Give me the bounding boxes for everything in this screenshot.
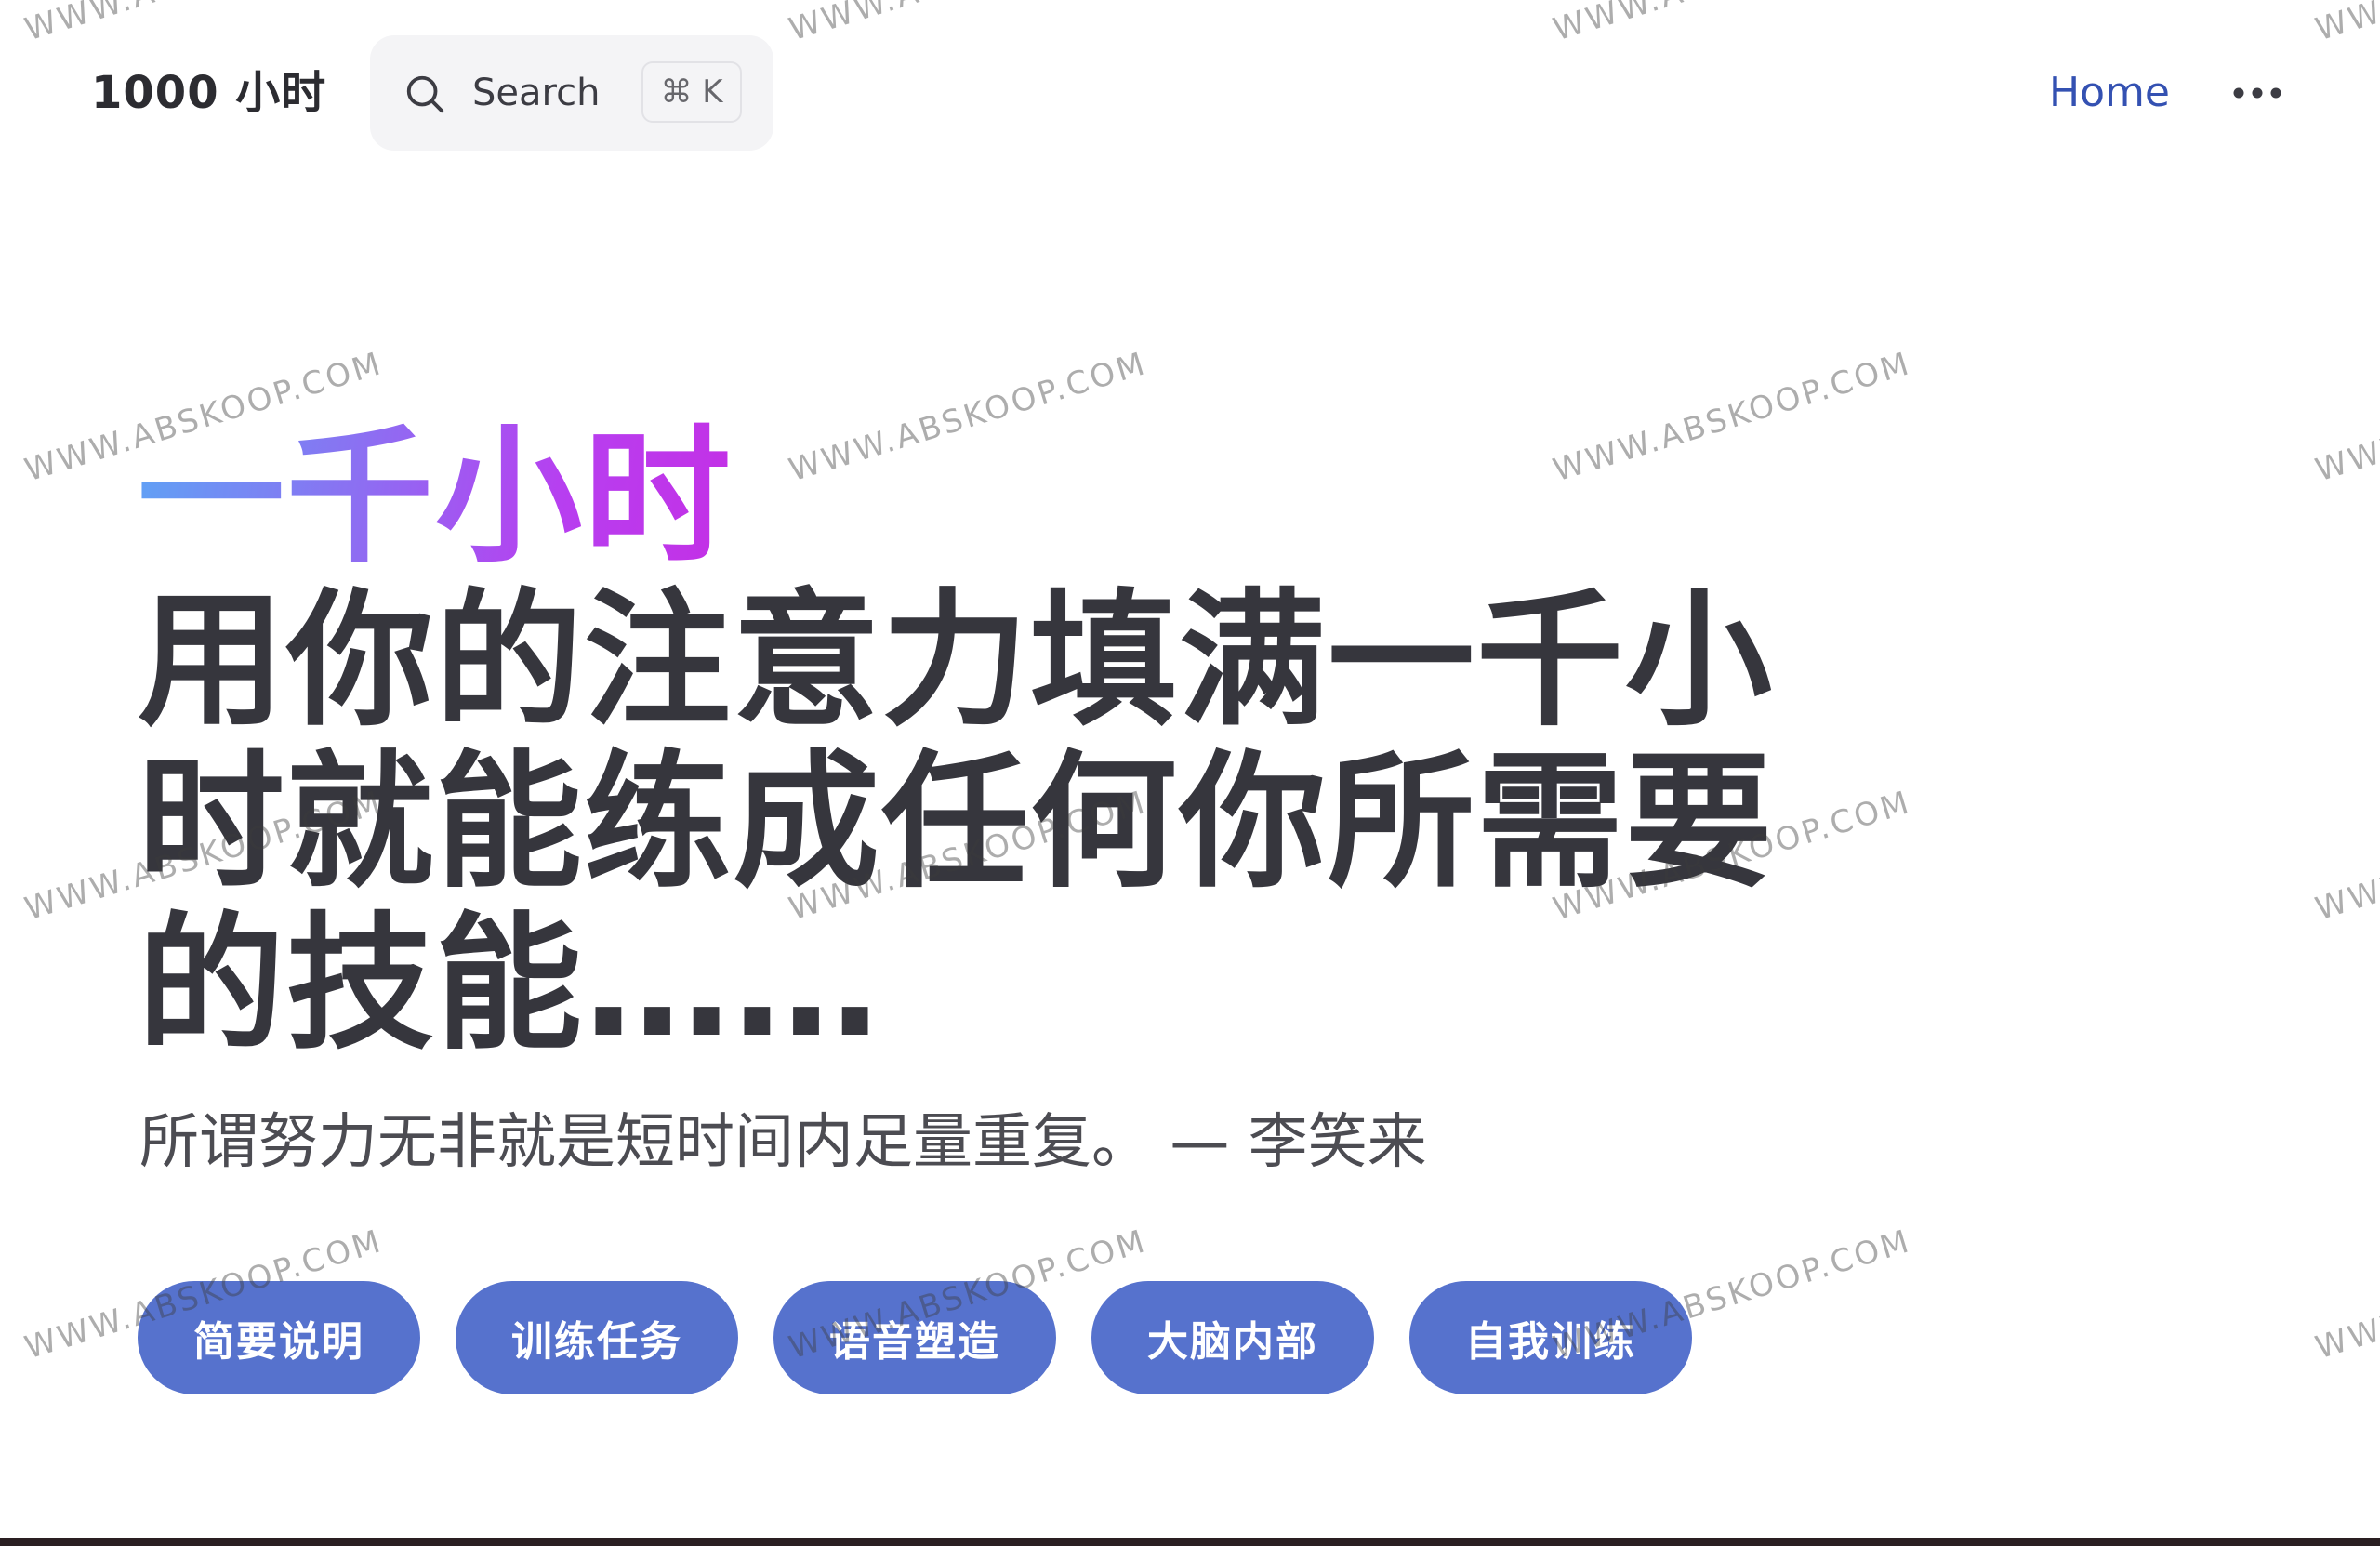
nav-link-home[interactable]: Home bbox=[2049, 63, 2170, 123]
hero-text: 用你的注意力填满一千小时就能练成任何你所需要的技能…… bbox=[138, 575, 1774, 1070]
watermark: WWW.ABSKOOP.COM bbox=[2311, 784, 2380, 929]
top-nav: 1000 小时 Search ⌘ K Home bbox=[0, 0, 2380, 186]
hero-actions: 简要说明 训练任务 语音塑造 大脑内部 自我训练 bbox=[138, 1281, 1692, 1394]
action-button-brief[interactable]: 简要说明 bbox=[138, 1281, 420, 1394]
search-button[interactable]: Search ⌘ K bbox=[370, 35, 774, 151]
page: 1000 小时 Search ⌘ K Home 一千小时 用你的注意力填满一千小… bbox=[0, 0, 2380, 1546]
action-button-voice-shaping[interactable]: 语音塑造 bbox=[774, 1281, 1056, 1394]
watermark: WWW.ABSKOOP.COM bbox=[2311, 345, 2380, 490]
action-button-inside-brain[interactable]: 大脑内部 bbox=[1091, 1281, 1374, 1394]
hero-tagline: 所谓努力无非就是短时间内足量重复。 — 李笑来 bbox=[139, 1108, 1427, 1177]
watermark: WWW.ABSKOOP.COM bbox=[1549, 345, 1916, 490]
window-bottom-edge bbox=[0, 1538, 2380, 1546]
hero-name: 一千小时 bbox=[138, 409, 733, 586]
search-icon bbox=[406, 75, 444, 113]
site-title[interactable]: 1000 小时 bbox=[91, 59, 326, 126]
search-label: Search bbox=[472, 72, 601, 114]
watermark: WWW.ABSKOOP.COM bbox=[2311, 1222, 2380, 1368]
watermark: WWW.ABSKOOP.COM bbox=[785, 345, 1152, 490]
action-button-training-tasks[interactable]: 训练任务 bbox=[456, 1281, 738, 1394]
search-shortcut-badge: ⌘ K bbox=[641, 61, 742, 123]
more-horizontal-icon[interactable] bbox=[2231, 76, 2283, 110]
action-button-self-training[interactable]: 自我训练 bbox=[1409, 1281, 1692, 1394]
